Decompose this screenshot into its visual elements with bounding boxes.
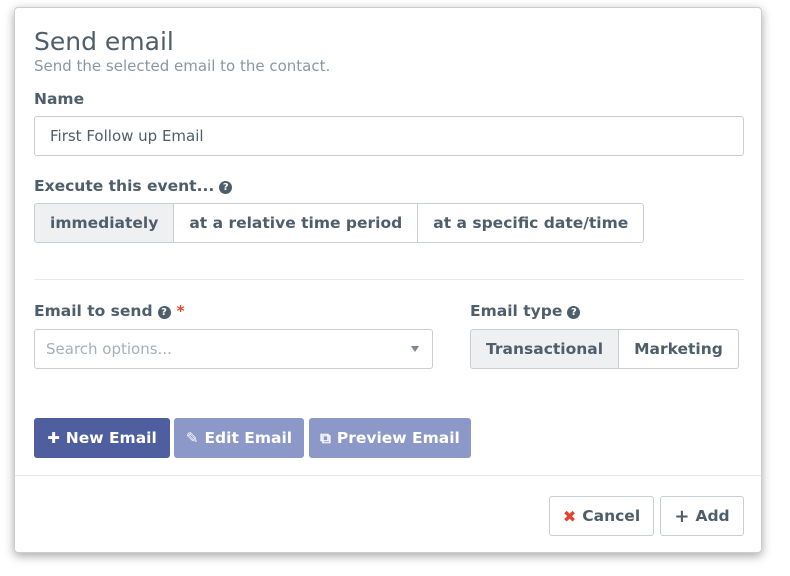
dialog-title: Send email bbox=[34, 27, 174, 56]
email-select[interactable]: Search options... bbox=[34, 329, 433, 369]
required-marker: * bbox=[176, 302, 185, 320]
email-to-send-label: Email to send? * bbox=[34, 302, 185, 320]
execute-label: Execute this event...? bbox=[34, 177, 233, 195]
plus-icon: + bbox=[674, 505, 690, 527]
option-immediately[interactable]: immediately bbox=[34, 203, 175, 243]
question-circle-icon[interactable]: ? bbox=[219, 181, 233, 194]
close-icon: ✖ bbox=[562, 506, 577, 526]
option-transactional[interactable]: Transactional bbox=[470, 329, 620, 369]
external-link-icon: ⧉ bbox=[320, 429, 331, 447]
option-relative-time[interactable]: at a relative time period bbox=[173, 203, 419, 243]
footer-divider bbox=[15, 475, 761, 476]
email-select-placeholder: Search options... bbox=[46, 340, 172, 358]
section-divider bbox=[34, 279, 744, 280]
new-email-button[interactable]: ✚ New Email bbox=[34, 418, 170, 458]
name-label: Name bbox=[34, 90, 85, 108]
email-type-label: Email type? bbox=[470, 302, 581, 320]
send-email-dialog: Send email Send the selected email to th… bbox=[14, 7, 762, 553]
preview-email-button[interactable]: ⧉ Preview Email bbox=[309, 418, 471, 458]
caret-down-icon[interactable] bbox=[411, 346, 419, 352]
dialog-subtitle: Send the selected email to the contact. bbox=[34, 57, 331, 75]
plus-icon: ✚ bbox=[47, 429, 60, 447]
email-type-options: Transactional Marketing bbox=[470, 329, 739, 369]
edit-email-button[interactable]: ✎ Edit Email bbox=[174, 418, 304, 458]
cancel-button[interactable]: ✖ Cancel bbox=[549, 496, 654, 536]
execute-options: immediately at a relative time period at… bbox=[34, 203, 645, 243]
option-specific-datetime[interactable]: at a specific date/time bbox=[417, 203, 645, 243]
question-circle-icon[interactable]: ? bbox=[567, 306, 581, 319]
question-circle-icon[interactable]: ? bbox=[157, 306, 171, 319]
name-input[interactable] bbox=[34, 116, 744, 156]
add-button[interactable]: + Add bbox=[660, 496, 744, 536]
edit-icon: ✎ bbox=[185, 429, 199, 447]
option-marketing[interactable]: Marketing bbox=[618, 329, 739, 369]
